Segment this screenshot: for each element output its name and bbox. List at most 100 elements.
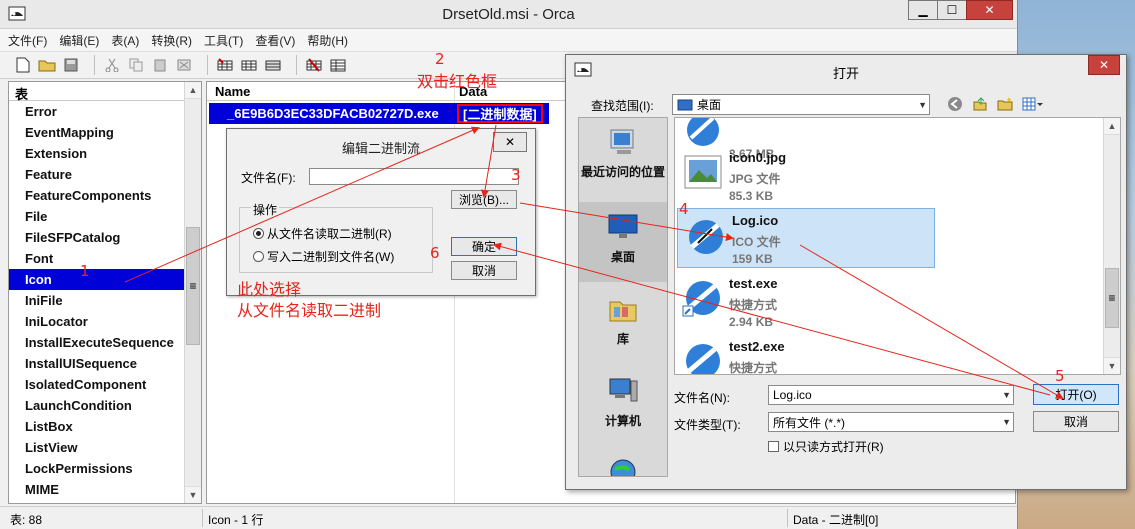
- menu-transform[interactable]: 转换(R): [151, 32, 192, 49]
- table-row[interactable]: InstallUISequence: [9, 353, 201, 374]
- scroll-thumb[interactable]: ≡: [1105, 268, 1119, 328]
- look-in-value: 桌面: [697, 98, 722, 112]
- file-type-combo[interactable]: 所有文件 (*.*) ▼: [768, 412, 1014, 432]
- scroll-up-arrow-icon[interactable]: ▲: [185, 82, 201, 99]
- place-computer[interactable]: 计算机: [579, 376, 667, 429]
- copy-icon[interactable]: [127, 57, 145, 73]
- merge-icon[interactable]: [329, 57, 347, 73]
- tables-scrollbar[interactable]: ▲ ≡ ▼: [184, 82, 201, 503]
- chevron-down-icon[interactable]: ▼: [918, 100, 927, 110]
- place-network[interactable]: [579, 456, 667, 476]
- cell-data-binary[interactable]: [二进制数据]: [457, 104, 543, 123]
- table-row[interactable]: IniLocator: [9, 311, 201, 332]
- drop-table-icon[interactable]: [240, 57, 258, 73]
- menu-edit[interactable]: 编辑(E): [59, 32, 99, 49]
- table-row[interactable]: File: [9, 206, 201, 227]
- paste-icon[interactable]: [151, 57, 169, 73]
- table-row[interactable]: LockPermissions: [9, 458, 201, 479]
- dialog-close-button[interactable]: ✕: [1088, 55, 1120, 75]
- scroll-thumb[interactable]: ≡: [186, 227, 200, 345]
- ok-button[interactable]: 确定: [451, 237, 517, 256]
- file-list-scrollbar[interactable]: ▲ ≡ ▼: [1103, 118, 1120, 374]
- readonly-checkbox[interactable]: 以只读方式打开(R): [768, 438, 884, 455]
- cell-name[interactable]: _6E9B6D3EC33DFACB02727D.exe: [227, 103, 439, 124]
- cut-icon[interactable]: [103, 57, 121, 73]
- cancel-button[interactable]: 取消: [1033, 411, 1119, 432]
- table-row[interactable]: InstallExecuteSequence: [9, 332, 201, 353]
- table-row[interactable]: FeatureComponents: [9, 185, 201, 206]
- grip-icon: ≡: [1108, 291, 1116, 305]
- menu-tools[interactable]: 工具(T): [204, 32, 243, 49]
- maximize-button[interactable]: ☐: [937, 0, 967, 20]
- new-file-icon[interactable]: [14, 57, 32, 73]
- table-row[interactable]: FileSFPCatalog: [9, 227, 201, 248]
- open-folder-icon[interactable]: [38, 57, 56, 73]
- radio-dot[interactable]: [253, 251, 264, 262]
- table-row[interactable]: IsolatedComponent: [9, 374, 201, 395]
- table-row[interactable]: ListView: [9, 437, 201, 458]
- chevron-down-icon[interactable]: ▼: [1002, 390, 1011, 400]
- place-desktop[interactable]: 桌面: [579, 202, 667, 282]
- list-item[interactable]: test.exe 快捷方式 2.94 KB: [675, 272, 1005, 330]
- radio-read-from-file[interactable]: 从文件名读取二进制(R): [253, 225, 392, 242]
- delete-icon[interactable]: [175, 57, 193, 73]
- annotation-step-1: 1: [80, 262, 90, 280]
- table-row-selected[interactable]: Icon: [9, 269, 201, 290]
- table-row[interactable]: IniFile: [9, 290, 201, 311]
- menu-tables[interactable]: 表(A): [111, 32, 139, 49]
- place-recent[interactable]: 最近访问的位置: [579, 128, 667, 181]
- view-menu-icon[interactable]: [1021, 95, 1045, 113]
- scroll-up-arrow-icon[interactable]: ▲: [1104, 118, 1120, 135]
- radio-write-to-file[interactable]: 写入二进制到文件名(W): [253, 248, 394, 265]
- tables-list-header[interactable]: 表: [9, 82, 201, 102]
- minimize-button[interactable]: ▁: [908, 0, 938, 20]
- table-row[interactable]: Error: [9, 101, 201, 122]
- table-row[interactable]: LaunchCondition: [9, 395, 201, 416]
- table-row[interactable]: ListBox: [9, 416, 201, 437]
- open-button[interactable]: 打开(O): [1033, 384, 1119, 405]
- browse-button[interactable]: 浏览(B)...: [451, 190, 517, 209]
- table-row[interactable]: Feature: [9, 164, 201, 185]
- table-row[interactable]: EventMapping: [9, 122, 201, 143]
- list-item[interactable]: test2.exe 快捷方式: [675, 335, 1005, 374]
- close-button[interactable]: ✕: [966, 0, 1013, 20]
- desktop-icon: [677, 99, 693, 110]
- menu-file[interactable]: 文件(F): [8, 32, 47, 49]
- add-row-icon[interactable]: [264, 57, 282, 73]
- checkbox-box[interactable]: [768, 441, 779, 452]
- new-folder-icon[interactable]: [996, 95, 1014, 113]
- column-header-name[interactable]: Name: [215, 84, 250, 99]
- menu-help[interactable]: 帮助(H): [307, 32, 348, 49]
- validate-icon[interactable]: [305, 57, 323, 73]
- status-divider: [202, 509, 203, 527]
- file-name-label: 文件名(N):: [674, 391, 730, 405]
- scroll-down-arrow-icon[interactable]: ▼: [1104, 357, 1120, 374]
- file-size: 159 KB: [732, 252, 773, 266]
- menu-view[interactable]: 查看(V): [255, 32, 295, 49]
- list-item[interactable]: icon0.jpg JPG 文件 85.3 KB: [675, 146, 1005, 204]
- table-row[interactable]: MIME: [9, 479, 201, 500]
- up-folder-icon[interactable]: [971, 95, 989, 113]
- file-name-combo[interactable]: Log.ico ▼: [768, 385, 1014, 405]
- file-name-value[interactable]: Log.ico: [773, 388, 812, 402]
- list-item-selected[interactable]: Log.ico ICO 文件 159 KB: [677, 208, 935, 268]
- toolbar-separator: [94, 55, 95, 75]
- place-libraries[interactable]: 库: [579, 294, 667, 347]
- file-name: icon0.jpg: [729, 150, 787, 165]
- back-icon[interactable]: [946, 95, 964, 113]
- title-bar[interactable]: DrsetOld.msi - Orca ▁ ☐ ✕: [0, 0, 1017, 29]
- place-desktop-label: 桌面: [610, 250, 635, 264]
- add-table-icon[interactable]: [216, 57, 234, 73]
- scroll-down-arrow-icon[interactable]: ▼: [185, 486, 201, 503]
- table-row-selected[interactable]: _6E9B6D3EC33DFACB02727D.exe [二进制数据]: [209, 103, 549, 124]
- cancel-button[interactable]: 取消: [451, 261, 517, 280]
- dialog-close-button[interactable]: ✕: [493, 132, 527, 152]
- radio-dot-checked[interactable]: [253, 228, 264, 239]
- table-row[interactable]: Extension: [9, 143, 201, 164]
- save-icon[interactable]: [62, 57, 80, 73]
- chevron-down-icon[interactable]: ▼: [1002, 417, 1011, 427]
- table-row[interactable]: Font: [9, 248, 201, 269]
- menu-bar: 文件(F) 编辑(E) 表(A) 转换(R) 工具(T) 查看(V) 帮助(H): [0, 29, 1017, 51]
- look-in-combo[interactable]: 桌面 ▼: [672, 94, 930, 115]
- file-name-input[interactable]: [309, 168, 519, 185]
